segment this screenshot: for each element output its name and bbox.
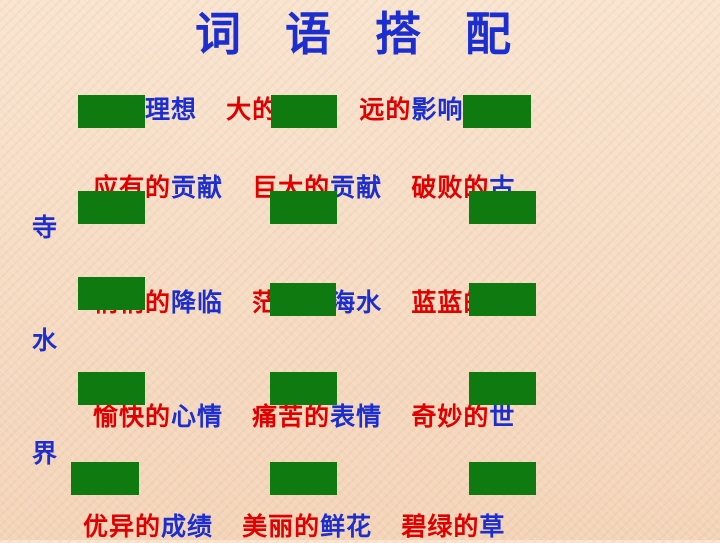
wrapped-char-1: 寺 (32, 213, 58, 242)
answer-cover-box[interactable] (78, 95, 145, 128)
phrase-text: 世 (489, 402, 516, 431)
phrase-text: 鲜花 (320, 512, 373, 541)
phrase-text (382, 402, 411, 431)
answer-cover-box[interactable] (469, 462, 536, 495)
phrase-text (223, 173, 252, 202)
phrase-text: 降临 (171, 288, 224, 317)
phrase-text: 海水 (330, 288, 383, 317)
answer-cover-box[interactable] (270, 372, 337, 405)
answer-cover-box[interactable] (71, 462, 139, 495)
answer-cover-box[interactable] (271, 95, 337, 128)
page-title: 词 语 搭 配 (194, 7, 526, 61)
phrase-text: 愉快的 (93, 402, 172, 431)
answer-cover-box[interactable] (463, 95, 531, 128)
phrase-text (382, 173, 411, 202)
phrase-text: 贡献 (330, 173, 383, 202)
wrapped-char-3: 界 (32, 439, 58, 468)
phrase-text: 奇妙的 (411, 402, 490, 431)
phrase-text (372, 512, 401, 541)
phrase-text: 痛苦的 (252, 402, 331, 431)
phrase-text: 心情 (171, 402, 224, 431)
phrase-text: 草 (479, 512, 506, 541)
wrapped-char-2: 水 (32, 326, 58, 355)
answer-cover-box[interactable] (78, 372, 145, 405)
answer-cover-box[interactable] (469, 372, 536, 405)
answer-cover-box[interactable] (78, 277, 145, 310)
phrase-text: 贡献 (171, 173, 224, 202)
answer-cover-box[interactable] (469, 283, 536, 316)
phrase-text: 远的 (359, 95, 412, 124)
phrase-text (223, 402, 252, 431)
answer-cover-box[interactable] (469, 191, 536, 224)
phrase-text: 表情 (330, 402, 383, 431)
phrase-text: 理想 (145, 95, 198, 124)
phrase-text (213, 512, 242, 541)
phrase-row-4: 愉快的心情 痛苦的表情 奇妙的世 (93, 401, 515, 433)
answer-cover-box[interactable] (270, 462, 337, 495)
phrase-text: 影响 (411, 95, 464, 124)
phrase-text (197, 95, 226, 124)
answer-cover-box[interactable] (78, 191, 145, 224)
phrase-text (223, 288, 252, 317)
phrase-text: 碧绿的 (401, 512, 480, 541)
answer-cover-box[interactable] (270, 283, 336, 316)
phrase-text: 优异的 (83, 512, 162, 541)
answer-cover-box[interactable] (270, 191, 337, 224)
phrase-text: 成绩 (161, 512, 214, 541)
phrase-row-5: 优异的成绩 美丽的鲜花 碧绿的草 (83, 511, 505, 543)
phrase-text: 美丽的 (242, 512, 321, 541)
phrase-text (382, 288, 411, 317)
